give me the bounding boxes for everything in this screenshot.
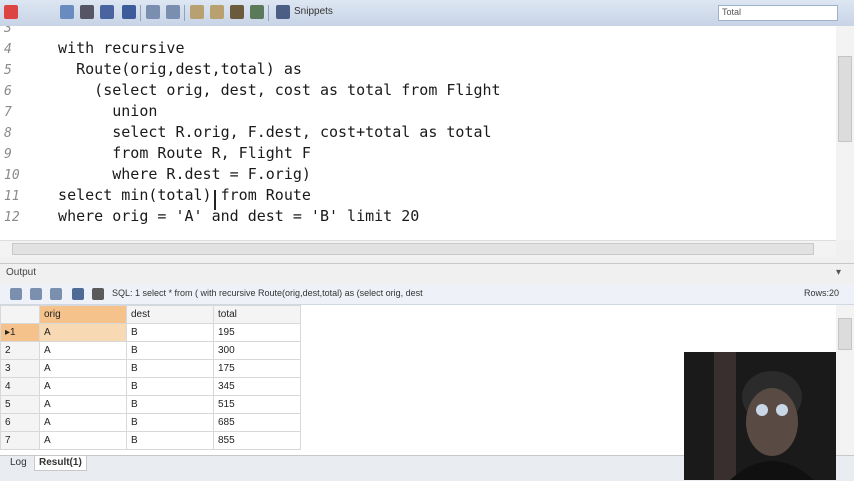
code-line: from Route R, Flight F <box>40 144 311 162</box>
form-view-icon[interactable] <box>50 288 62 300</box>
code-line: Route(orig,dest,total) as <box>40 60 302 78</box>
cell-dest[interactable]: B <box>126 377 214 396</box>
sql-summary: SQL: 1 select * from ( with recursive Ro… <box>112 288 423 298</box>
code-line: select R.orig, F.dest, cost+total as tot… <box>40 123 492 141</box>
code-line: (select orig, dest, cost as total from F… <box>40 81 501 99</box>
cell-total[interactable]: 515 <box>213 395 301 414</box>
row-number: 2 <box>0 341 40 360</box>
toolbar-divider <box>140 5 141 21</box>
result-table: orig dest total ▸1 A B 195 2 A B 300 3 A… <box>0 305 301 450</box>
snippets-button[interactable]: Snippets <box>294 6 333 17</box>
column-header[interactable]: dest <box>126 305 214 324</box>
line-number: 5 <box>4 63 12 78</box>
cell-orig[interactable]: A <box>39 431 127 450</box>
rows-count: Rows:20 <box>804 288 840 298</box>
row-number: 7 <box>0 431 40 450</box>
code-line: select min(total) from Route <box>40 186 311 204</box>
text-view-icon[interactable] <box>72 288 84 300</box>
cell-orig[interactable]: A <box>39 377 127 396</box>
table-row[interactable]: 2 A B 300 <box>0 341 301 360</box>
output-title: Output <box>6 267 37 278</box>
toolbar-divider <box>268 5 269 21</box>
grid-view-icon[interactable] <box>30 288 42 300</box>
table-row[interactable]: 6 A B 685 <box>0 413 301 432</box>
redo-icon[interactable] <box>166 5 180 19</box>
cell-orig[interactable]: A <box>39 341 127 360</box>
output-toolbar: SQL: 1 select * from ( with recursive Ro… <box>0 284 854 305</box>
webcam-video-overlay <box>684 352 836 480</box>
toolbar-divider <box>184 5 185 21</box>
tools-icon[interactable] <box>250 5 264 19</box>
cell-total[interactable]: 300 <box>213 341 301 360</box>
line-number: 3 <box>4 26 12 36</box>
code-line: where orig = 'A' and dest = 'B' limit 20 <box>40 207 420 225</box>
erase-icon[interactable] <box>230 5 244 19</box>
editor-hscroll-thumb[interactable] <box>12 243 814 255</box>
filter-icon[interactable] <box>92 288 104 300</box>
main-toolbar: Snippets Total <box>0 0 854 27</box>
undo-icon[interactable] <box>146 5 160 19</box>
table-row[interactable]: ▸1 A B 195 <box>0 323 301 342</box>
output-panel-header: Output ▾ <box>0 263 854 284</box>
row-header-corner <box>0 305 40 324</box>
code-line: where R.dest = F.orig) <box>40 165 311 183</box>
app-icon[interactable] <box>4 5 18 19</box>
line-number: 11 <box>4 189 20 204</box>
new-file-icon[interactable] <box>60 5 74 19</box>
row-number: 3 <box>0 359 40 378</box>
cell-total[interactable]: 685 <box>213 413 301 432</box>
column-header[interactable]: orig <box>39 305 127 324</box>
pin-icon[interactable]: ▾ <box>836 267 841 278</box>
code-line: with recursive <box>40 39 185 57</box>
cell-total[interactable]: 855 <box>213 431 301 450</box>
search-value: Total <box>722 7 742 17</box>
row-number: 5 <box>0 395 40 414</box>
cell-dest[interactable]: B <box>126 431 214 450</box>
line-number: 10 <box>4 168 20 183</box>
text-caret <box>214 190 216 210</box>
save-icon[interactable] <box>100 5 114 19</box>
column-header[interactable]: total <box>213 305 301 324</box>
table-row[interactable]: 5 A B 515 <box>0 395 301 414</box>
cell-orig[interactable]: A <box>39 359 127 378</box>
tab-log[interactable]: Log <box>6 456 31 470</box>
grid-scroll-thumb[interactable] <box>838 318 852 350</box>
line-number: 4 <box>4 42 12 57</box>
row-number: 6 <box>0 413 40 432</box>
refresh-icon[interactable] <box>10 288 22 300</box>
row-number: ▸1 <box>0 323 40 342</box>
search-input[interactable]: Total <box>718 5 838 21</box>
cell-orig[interactable]: A <box>39 413 127 432</box>
paste-icon[interactable] <box>210 5 224 19</box>
presenter-image <box>684 352 836 480</box>
cell-total[interactable]: 175 <box>213 359 301 378</box>
cell-dest[interactable]: B <box>126 395 214 414</box>
line-number: 12 <box>4 210 20 225</box>
table-row[interactable]: 3 A B 175 <box>0 359 301 378</box>
cell-orig[interactable]: A <box>39 323 127 342</box>
cell-total[interactable]: 345 <box>213 377 301 396</box>
copy-icon[interactable] <box>190 5 204 19</box>
line-number: 8 <box>4 126 12 141</box>
table-row[interactable]: 7 A B 855 <box>0 431 301 450</box>
code-line: union <box>40 102 158 120</box>
cell-dest[interactable]: B <box>126 413 214 432</box>
line-number: 7 <box>4 105 12 120</box>
sql-editor[interactable]: 3 4 5 6 7 8 9 10 11 12 with recursive Ro… <box>0 26 836 240</box>
line-number-gutter: 3 4 5 6 7 8 9 10 11 12 <box>0 26 40 240</box>
editor-scroll-thumb[interactable] <box>838 56 852 142</box>
tab-result[interactable]: Result(1) <box>34 456 87 471</box>
row-number: 4 <box>0 377 40 396</box>
binoculars-icon[interactable] <box>276 5 290 19</box>
cell-dest[interactable]: B <box>126 359 214 378</box>
table-row[interactable]: 4 A B 345 <box>0 377 301 396</box>
open-icon[interactable] <box>80 5 94 19</box>
cell-dest[interactable]: B <box>126 341 214 360</box>
cell-orig[interactable]: A <box>39 395 127 414</box>
cell-dest[interactable]: B <box>126 323 214 342</box>
line-number: 6 <box>4 84 12 99</box>
cell-total[interactable]: 195 <box>213 323 301 342</box>
save-all-icon[interactable] <box>122 5 136 19</box>
line-number: 9 <box>4 147 12 162</box>
